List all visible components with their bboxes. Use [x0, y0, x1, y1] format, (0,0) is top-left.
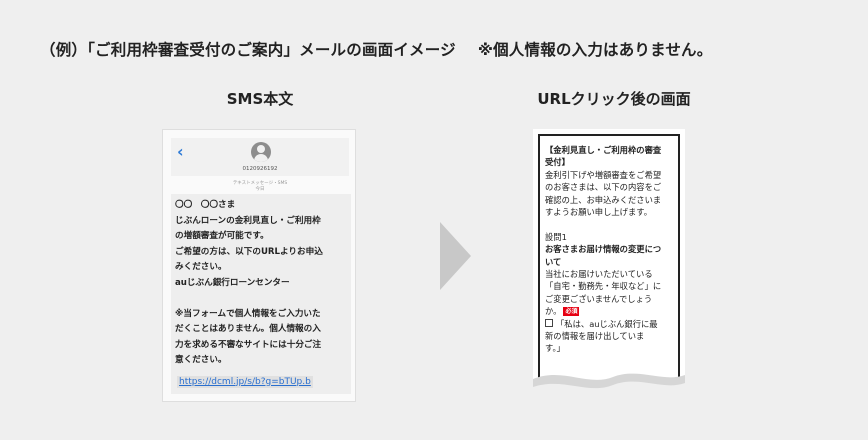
arrow-right-icon: [440, 222, 471, 290]
sms-link[interactable]: https://dcml.jp/s/b?g=bTUp.b: [177, 375, 313, 388]
form-title: 【金利見直し・ご利用枠の審査: [545, 145, 662, 155]
required-badge: 必須: [563, 307, 580, 317]
url-section-label: URLクリック後の画面: [537, 90, 691, 108]
sender-number: 0120926192: [242, 166, 278, 172]
question-line: ご変更ございませんでしょう: [545, 293, 653, 304]
sms-line: auじぶん銀行ローンセンター: [175, 277, 290, 288]
sms-line: の増額審査が可能です。: [175, 231, 269, 241]
page-cut-wave: [533, 373, 685, 399]
intro-line: 金利引下げや増額審査をご希望: [545, 169, 662, 180]
sms-line: みください。: [175, 262, 227, 272]
sms-line: 〇〇 〇〇さま: [175, 200, 236, 210]
sms-line: 意ください。: [175, 355, 227, 365]
question-line-last: か。 必須: [545, 305, 675, 317]
sms-message-bubble: 〇〇 〇〇さま じぶんローンの金利見直し・ご利用枠 の増額審査が可能です。 ご希…: [171, 194, 351, 394]
page-headline: （例）「ご利用枠審査受付のご案内」メールの画面イメージ ※個人情報の入力はありませ…: [40, 38, 712, 60]
headline-main: （例）「ご利用枠審査受付のご案内」メールの画面イメージ: [40, 41, 456, 59]
sms-line: ご希望の方は、以下のURLよりお申込: [175, 246, 323, 257]
sms-line: 力を求める不審なサイトには十分ご注: [175, 339, 322, 350]
option-row[interactable]: 「私は、auじぶん銀行に最: [545, 318, 675, 330]
intro-line: すようお願い申し上げます。: [545, 207, 653, 218]
question-title: お客さまお届け情報の変更につ: [545, 244, 662, 255]
question-line: 当社にお届けいただいている: [545, 269, 653, 280]
person-icon: [251, 142, 271, 162]
form-title-cont: 受付】: [545, 157, 570, 168]
intro-line: 確認の上、お申込みくださいま: [545, 194, 662, 205]
url-form-frame: 【金利見直し・ご利用枠の審査 受付】 金利引下げや増額審査をご希望 のお客さまは…: [538, 134, 680, 399]
sms-meta-date: 今日: [255, 187, 265, 192]
sms-line: だくことはありません。個人情報の入: [175, 324, 321, 334]
option-label: 「私は、auじぶん銀行に最: [556, 318, 658, 329]
chevron-left-icon[interactable]: ‹: [177, 144, 184, 160]
sms-line: ※当フォームで個人情報をご入力いた: [175, 308, 321, 319]
question-last-text: か。: [545, 306, 562, 317]
intro-line: のお客さまは、以下の内容をご: [545, 182, 662, 193]
question-line: 「自宅・勤務先・年収など」に: [545, 281, 662, 292]
option-label-cont: す。」: [545, 343, 565, 354]
headline-note: ※個人情報の入力はありません。: [477, 41, 713, 59]
sms-meta: テキストメッセージ・SMS 今日: [171, 181, 349, 193]
sms-screen: ‹ 0120926192 テキストメッセージ・SMS 今日 〇〇 〇〇さま じぶ…: [162, 129, 356, 402]
option-label-cont: 新の情報を届け出していま: [545, 331, 645, 342]
sms-line: じぶんローンの金利見直し・ご利用枠: [175, 215, 321, 226]
question-number: 設問1: [545, 231, 567, 242]
sms-header: ‹ 0120926192: [171, 138, 349, 176]
question-title-cont: いて: [545, 256, 562, 267]
sms-section-label: SMS本文: [226, 90, 294, 108]
url-screen: 【金利見直し・ご利用枠の審査 受付】 金利引下げや増額審査をご希望 のお客さまは…: [533, 129, 685, 399]
option-checkbox[interactable]: [545, 318, 553, 327]
